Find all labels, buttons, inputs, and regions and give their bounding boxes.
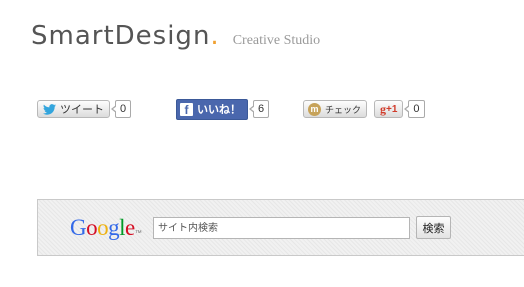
google-logo-letter: G (70, 215, 87, 240)
google-logo-letter: o (97, 215, 109, 240)
mixi-icon: m (308, 102, 321, 116)
brand-dot: . (210, 21, 219, 51)
facebook-f-icon: f (180, 102, 193, 116)
tweet-button[interactable]: ツイート (37, 100, 110, 118)
facebook-like-button[interactable]: f いいね！ (176, 98, 248, 120)
brand-tagline: Creative Studio (232, 33, 321, 48)
search-button[interactable]: 検索 (416, 216, 451, 239)
facebook-widget: f いいね！ 6 (176, 98, 270, 120)
google-plus-widget: g +1 0 (374, 98, 425, 120)
site-search-input[interactable] (153, 217, 410, 239)
site-search-panel: Google™ 検索 (37, 199, 524, 256)
twitter-bird-icon (43, 103, 56, 115)
google-plus-count: 0 (404, 100, 425, 118)
site-brand[interactable]: SmartDesign . Creative Studio (31, 21, 320, 61)
mixi-check-label: チェック (325, 104, 362, 115)
google-logo-letter: e (125, 215, 135, 240)
brand-name: SmartDesign (31, 21, 211, 51)
google-plus-one-label: +1 (386, 103, 398, 115)
google-logo-letter: o (86, 215, 98, 240)
tweet-count: 0 (110, 100, 132, 118)
google-logo: Google™ (70, 214, 142, 242)
google-plus-one-button[interactable]: g +1 (374, 100, 404, 118)
facebook-like-label: いいね！ (197, 104, 241, 116)
facebook-like-count: 6 (248, 100, 270, 118)
tweet-label: ツイート (60, 104, 104, 116)
google-logo-letter: g (108, 215, 120, 240)
mixi-check-button[interactable]: m チェック (303, 100, 368, 118)
google-logo-tm: ™ (134, 230, 142, 237)
mixi-widget: m チェック (303, 98, 368, 120)
twitter-widget: ツイート 0 (37, 98, 132, 120)
